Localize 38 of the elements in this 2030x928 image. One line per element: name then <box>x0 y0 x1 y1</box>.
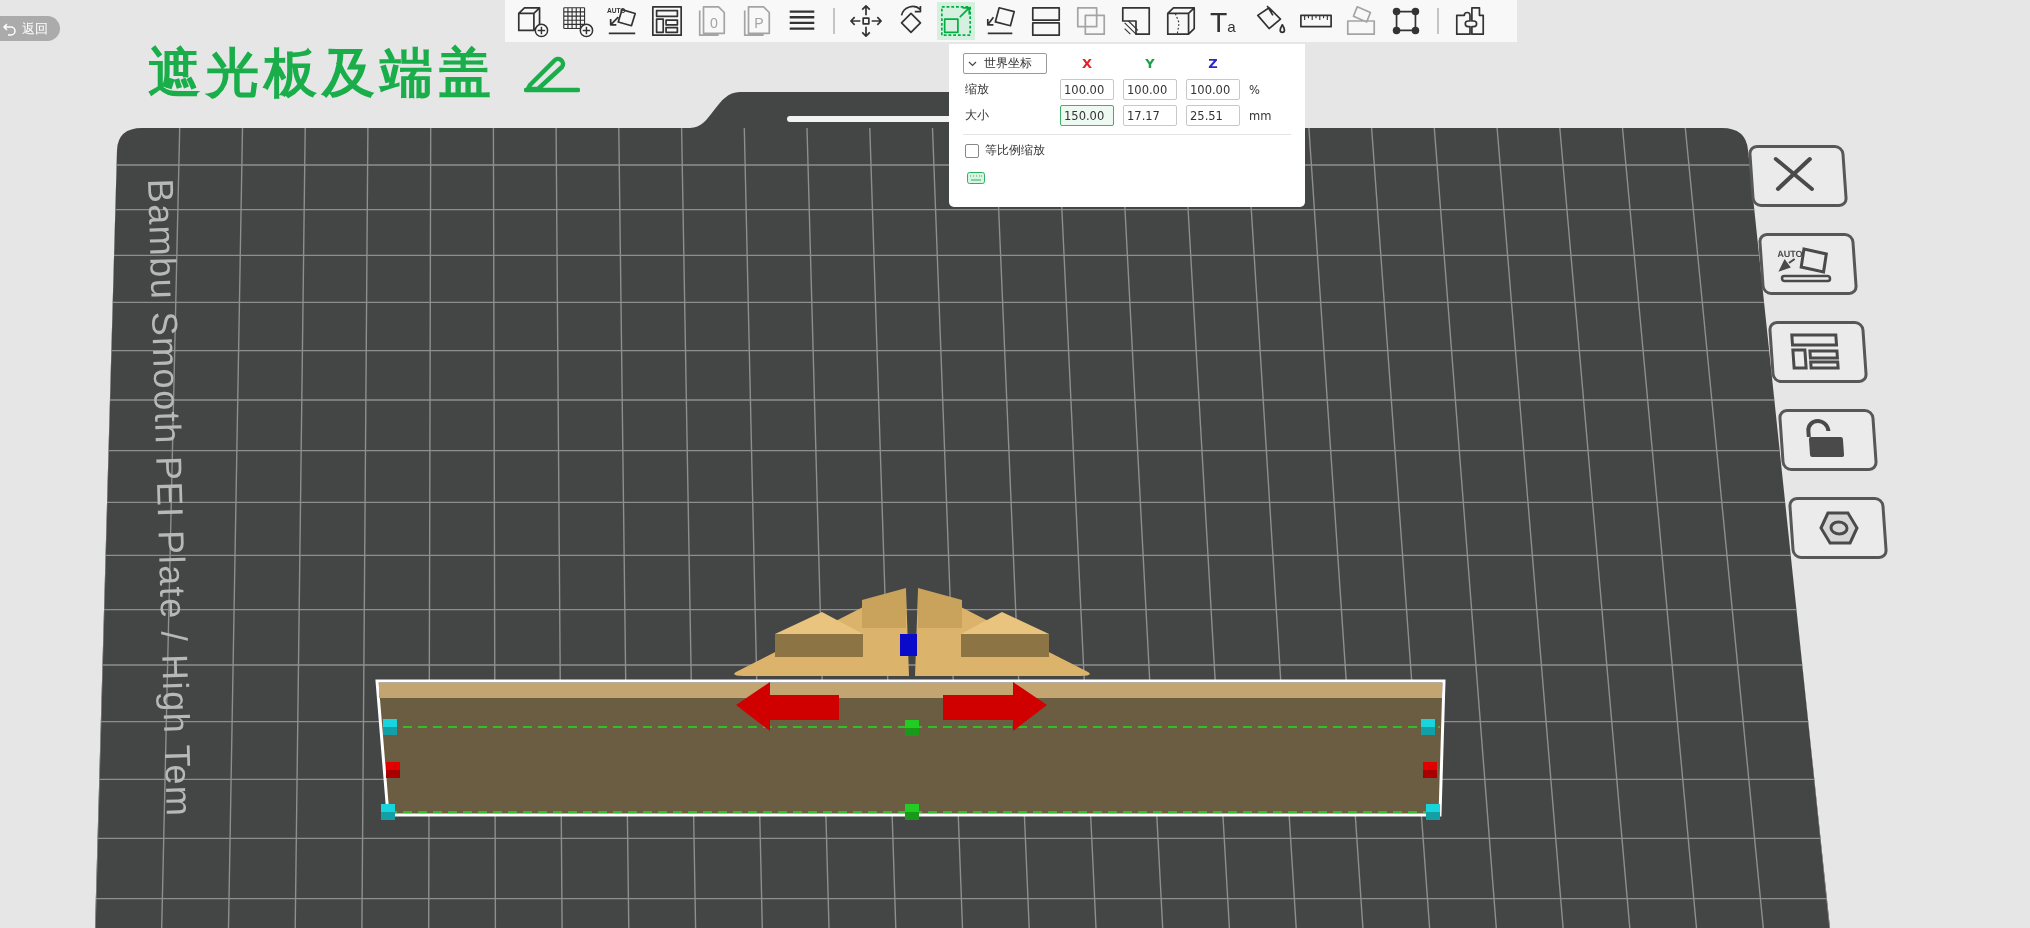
lock-button[interactable] <box>1777 409 1879 471</box>
row-label: 缩放 <box>964 82 990 97</box>
close-button[interactable] <box>1747 145 1849 207</box>
number-field[interactable]: 100.00 <box>1186 79 1240 100</box>
four-arrows-icon <box>849 4 883 38</box>
number-field[interactable]: 150.00 <box>1060 105 1114 126</box>
number-field[interactable]: 25.51 <box>1186 105 1240 126</box>
unit-label: % <box>1249 82 1261 97</box>
project-title: 遮光板及端盖 <box>148 41 496 105</box>
axis-label: Z <box>1208 56 1218 71</box>
unit-label: mm <box>1249 108 1273 123</box>
number-field[interactable]: 17.17 <box>1123 105 1177 126</box>
overlapping-squares-icon <box>1074 4 1108 38</box>
puzzle-icon <box>1453 4 1487 38</box>
number-field[interactable]: 100.00 <box>1060 79 1114 100</box>
split-icon <box>1029 4 1063 38</box>
uniform-scale-label: 等比例缩放 <box>985 143 1045 158</box>
number-field[interactable]: 100.00 <box>1123 79 1177 100</box>
caret-icon <box>968 60 977 67</box>
auto-orient-button[interactable]: AUTO <box>1757 233 1859 295</box>
plate-settings-button[interactable] <box>1787 497 1889 559</box>
plate-label: Bambu Smooth PEI Plate / High Tem <box>142 178 197 818</box>
axis-label: Y <box>1145 56 1155 71</box>
stacked-shapes-icon <box>1344 4 1378 38</box>
move-tool-button[interactable] <box>847 2 885 40</box>
scale-icon <box>939 4 973 38</box>
coordinate-dropdown[interactable]: 世界坐标 <box>963 53 1047 74</box>
axis-label: X <box>1082 56 1092 71</box>
cube-icon <box>1164 4 1198 38</box>
row-label: 大小 <box>964 108 990 123</box>
text-tool-button[interactable]: Ta <box>1207 2 1245 40</box>
uniform-scale-checkbox[interactable] <box>965 143 979 158</box>
undo-arrow-icon <box>3 21 17 36</box>
hatched-corner-icon <box>1119 4 1153 38</box>
arrange-button[interactable] <box>1767 321 1869 383</box>
layout-icon <box>650 4 684 38</box>
cube-plus-icon <box>515 4 549 38</box>
grid-plus-icon <box>560 4 594 38</box>
